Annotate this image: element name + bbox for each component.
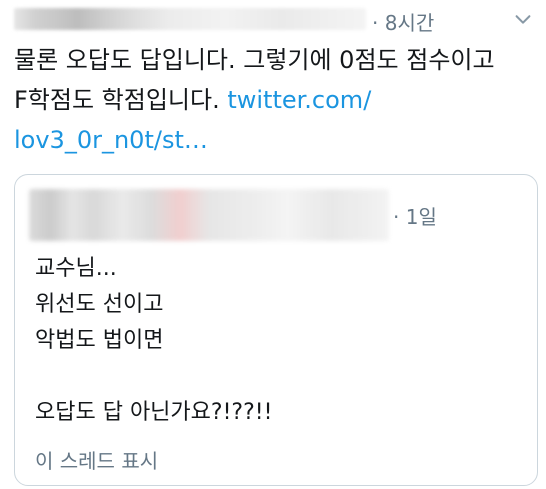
- quoted-tweet-card[interactable]: · 1일 교수님... 위선도 선이고 악법도 법이면 오답도 답 아닌가요?!…: [14, 174, 538, 486]
- tweet-text-line: F학점도 학점입니다. twitter.com/: [14, 80, 534, 120]
- quoted-text-line: 오답도 답 아닌가요?!??!!: [35, 400, 273, 425]
- tweet-link[interactable]: twitter.com/: [227, 86, 371, 114]
- tweet-timestamp[interactable]: · 8시간: [372, 7, 434, 36]
- show-thread-link[interactable]: 이 스레드 표시: [35, 445, 158, 474]
- blurred-user-name[interactable]: [14, 8, 366, 30]
- blurred-quoted-user[interactable]: [29, 189, 389, 241]
- tweet-text: 물론 오답도 답입니다. 그렇기에 0점도 점수이고 F학점도 학점입니다. t…: [14, 40, 534, 160]
- quoted-tweet-timestamp: · 1일: [393, 205, 437, 229]
- quoted-text-line: 교수님...: [35, 256, 117, 281]
- tweet-header: · 8시간: [14, 6, 534, 35]
- quoted-text-line: 위선도 선이고: [35, 292, 164, 317]
- quoted-tweet-header: · 1일: [29, 189, 519, 241]
- tweet-text-segment: F학점도 학점입니다.: [14, 86, 228, 114]
- quoted-tweet-text: 교수님... 위선도 선이고 악법도 법이면 오답도 답 아닌가요?!??!!: [35, 251, 272, 431]
- chevron-down-icon[interactable]: [512, 8, 534, 30]
- tweet-link-continued[interactable]: lov3_0r_n0t/st…: [14, 120, 534, 160]
- tweet-text-line: 물론 오답도 답입니다. 그렇기에 0점도 점수이고: [14, 46, 495, 74]
- quoted-text-line: 악법도 법이면: [35, 328, 164, 353]
- quoted-text-line: [35, 359, 272, 395]
